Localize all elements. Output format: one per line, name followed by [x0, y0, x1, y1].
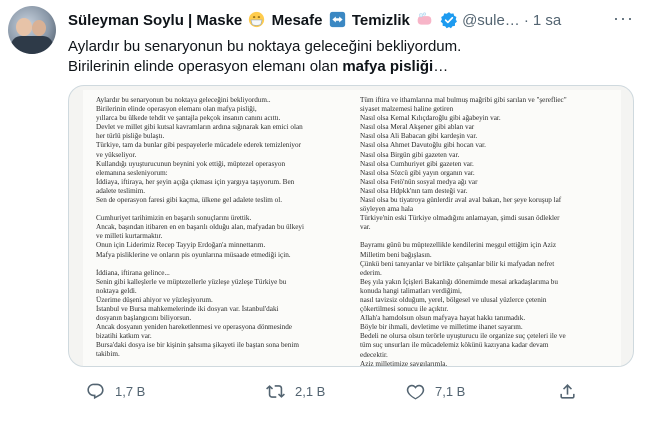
left-column-line: Mafya pisliklerine ve onların pis oyunla…: [96, 250, 291, 259]
right-column-line: Tüm iftira ve itham­larına mal bulmuş ma…: [360, 96, 567, 104]
right-column-line: nasıl tavizsiz olduğum, yerel, bölgesel …: [360, 295, 547, 304]
left-column-line: yıllarca bu ülkede tehdit ve şantajla pe…: [96, 114, 281, 123]
author-name-part2: Mesafe: [271, 12, 323, 29]
avatar-person-2: [32, 20, 46, 36]
right-column-line: Nasıl olsa Meral Akşener gibi ablan var: [360, 123, 475, 132]
left-column-line: Devlet ve millet gibi kutsal kavramların…: [96, 123, 303, 132]
tweet-timestamp[interactable]: 1 sa: [533, 12, 561, 29]
share-button[interactable]: [558, 382, 577, 401]
right-column-line: Nasıl olsa Cumhuriyet gibi gazeten var.: [360, 159, 474, 168]
left-column-line: Cumhuriyet tarihimizin en başarılı sonuç…: [96, 214, 252, 223]
right-column-line: Böyle bir ihmali, devletime ve milletime…: [360, 323, 523, 332]
right-column-line: Nasıl olsa Sözcü gibi yayın organın var.: [360, 168, 475, 177]
left-column-line: Sen de operasyon faresi gibi kaçma, ülke…: [96, 196, 283, 205]
right-column-line: ederim.: [360, 268, 382, 277]
right-column-line: Bedeli ne olursa olsun terörle uyuşturuc…: [360, 332, 566, 341]
author-handle[interactable]: @sule…: [462, 12, 520, 29]
tweet-text-bold: mafya pisliği: [342, 58, 434, 75]
right-column-line: söyleyen ama hala: [360, 205, 414, 214]
reply-count: 1,7 B: [115, 384, 146, 399]
left-column-line: Türkiye, tam da bunlar gibi pespayelerle…: [96, 141, 301, 150]
right-column-line: Allah'a hamdolsun olsun mafyaya hayat ha…: [360, 314, 526, 323]
left-column-line: elemanına sesleniyorum:: [96, 168, 168, 177]
left-column-line: bizatihi katkım var.: [96, 332, 152, 341]
left-column-line: ve milleti kurtarmaktır.: [96, 232, 163, 241]
left-column-line: her türlü pisliğe bulaştı.: [96, 132, 165, 141]
right-column-line: var.: [360, 223, 371, 232]
author-name-part3: Temizlik: [351, 12, 410, 29]
author-name-part1: Süleyman Soylu | Maske: [68, 12, 243, 29]
retweet-button[interactable]: 2,1 B: [266, 382, 325, 401]
share-icon: [560, 384, 575, 399]
right-column-line: Nasıl olsa Ahmet Davutoğlu gibi hocan va…: [360, 141, 486, 150]
left-column-line: Kullandığı uyuşturucunun beynini yok ett…: [96, 159, 286, 168]
right-column-line: çökertilmesi sonucu ile açıktır.: [360, 305, 449, 314]
left-column-line: Üzerime düşeni ahiyor ve yüzleşiyorum.: [96, 295, 213, 304]
right-column-line: Nasıl olsa Kemal Kılıçdaroğlu gibi ağabe…: [360, 114, 501, 123]
heart-icon: [406, 384, 425, 400]
right-column-line: konuda hangi talimatları verdiğimi,: [360, 286, 462, 295]
soap-icon: [417, 12, 432, 25]
author-avatar[interactable]: [8, 6, 56, 54]
tweet-media-image[interactable]: Aylardır bu senaryonun bu noktaya gelece…: [68, 85, 634, 367]
tweet-text-plain: Birilerinin elinde operasyon elemanı ola…: [68, 58, 343, 75]
left-column-line: dosyanın başlangıcını biliyorsun.: [96, 314, 192, 323]
right-column-line: Çünkü beni tanıyanlar ve birlikte çalışa…: [360, 259, 555, 268]
tweet-header: Süleyman Soylu | Maske Mesafe Temizlik @…: [68, 8, 638, 30]
right-column-line: Beş yıla yakın İçişleri Bakanlığı dönemi…: [360, 277, 558, 286]
tweet-actions: 1,7 B 2,1 B 7,1 B: [68, 382, 628, 406]
document-right-column: Tüm iftira ve itham­larına mal bulmuş ma…: [360, 96, 610, 367]
right-column-line: tüm suç unsurları ile mücadelemiz kökünü…: [360, 341, 549, 350]
more-options-icon[interactable]: ···: [613, 8, 634, 29]
reply-button[interactable]: 1,7 B: [86, 382, 145, 401]
right-column-line: Aziz milletimize saygılarımla.: [360, 359, 448, 367]
right-column-line: siyaset malzemesi haline getiren: [360, 105, 454, 114]
reply-icon: [87, 383, 104, 400]
header-separator: ·: [523, 11, 529, 29]
retweet-count: 2,1 B: [295, 384, 326, 399]
left-column-paragraph-gap: [96, 260, 344, 269]
left-column-line: Ancak, başından itibaren en en başarılı …: [96, 223, 304, 232]
mask-face-emoji-icon: [249, 11, 265, 28]
retweet-icon: [266, 385, 285, 398]
tweet-text: Aylardır bu senaryonun bu noktaya gelece…: [68, 37, 638, 77]
left-column-line: İddiaya, iftiraya, her şeyin açığa çıkma…: [96, 177, 295, 186]
right-column-line: Bayramı günü bu müptezellikle kendilerin…: [360, 241, 557, 250]
verified-badge-icon: [440, 12, 458, 29]
tweet-text-ellipsis: …: [433, 58, 449, 75]
right-column-line: Nasıl olsa Hdpkk'nın tam desteği var.: [360, 186, 468, 195]
right-column-paragraph-gap: [360, 232, 610, 241]
right-column-line: Nasıl olsa Ali Babacan gibi kardeşin var…: [360, 132, 478, 141]
left-column-line: İstanbul ve Bursa mahkemelerinde iki dos…: [96, 304, 279, 313]
tweet-text-line-1: Aylardır bu senaryonun bu noktaya gelece…: [68, 38, 462, 55]
left-column-line: İddiana, iftirana gelince...: [96, 268, 170, 277]
left-column-line: Bursa'daki dosya ise bir kişinin şahsıma…: [96, 341, 299, 350]
tweet-text-line-2: Birilerinin elinde operasyon elemanı ola…: [68, 57, 638, 77]
like-button[interactable]: 7,1 B: [406, 382, 465, 401]
right-column-line: Nasıl olsa bu tiyatroya günlerdir aval a…: [360, 196, 562, 205]
left-column-line: adalete teslimim.: [96, 186, 146, 195]
document-left-column: Aylardır bu senaryonun bu noktaya gelece…: [96, 96, 344, 360]
right-column-line: Nasıl olsa Birgün gibi gazeten var.: [360, 150, 460, 159]
left-right-arrow-icon: [329, 11, 345, 28]
document-page: Aylardır bu senaryonun bu noktaya gelece…: [83, 90, 621, 366]
like-count: 7,1 B: [435, 384, 466, 399]
left-column-line: ve yükseliyor.: [96, 150, 137, 159]
right-column-line: edecektir.: [360, 350, 388, 359]
right-column-line: Türkiye'nin eski Türkiye olmadığını anla…: [360, 214, 560, 223]
left-column-paragraph-gap: [96, 205, 344, 214]
avatar-person-1: [16, 18, 32, 36]
right-column-line: Nasıl olsa Fetö'nün sosyal medya ağı var: [360, 177, 478, 186]
left-column-line: Ancak dosyanın yeniden hareketlenmesi ve…: [96, 323, 292, 332]
left-column-line: Aylardır bu senaryonun bu noktaya gelece…: [96, 96, 271, 104]
left-column-line: Onun için Liderimiz Recep Tayyip Erdoğan…: [96, 241, 266, 250]
avatar-shoulders: [11, 36, 53, 54]
author-name[interactable]: Süleyman Soylu | Maske Mesafe Temizlik: [68, 11, 435, 29]
left-column-line: Senin gibi kalleşlerle ve müptezellerle …: [96, 277, 287, 286]
left-column-line: Birilerinin elinde operasyon elemanı ola…: [96, 105, 257, 114]
right-column-line: Milletim beni bağışlasın.: [360, 250, 432, 259]
left-column-line: takibim.: [96, 350, 120, 359]
left-column-line: noktaya geldi.: [96, 286, 137, 295]
